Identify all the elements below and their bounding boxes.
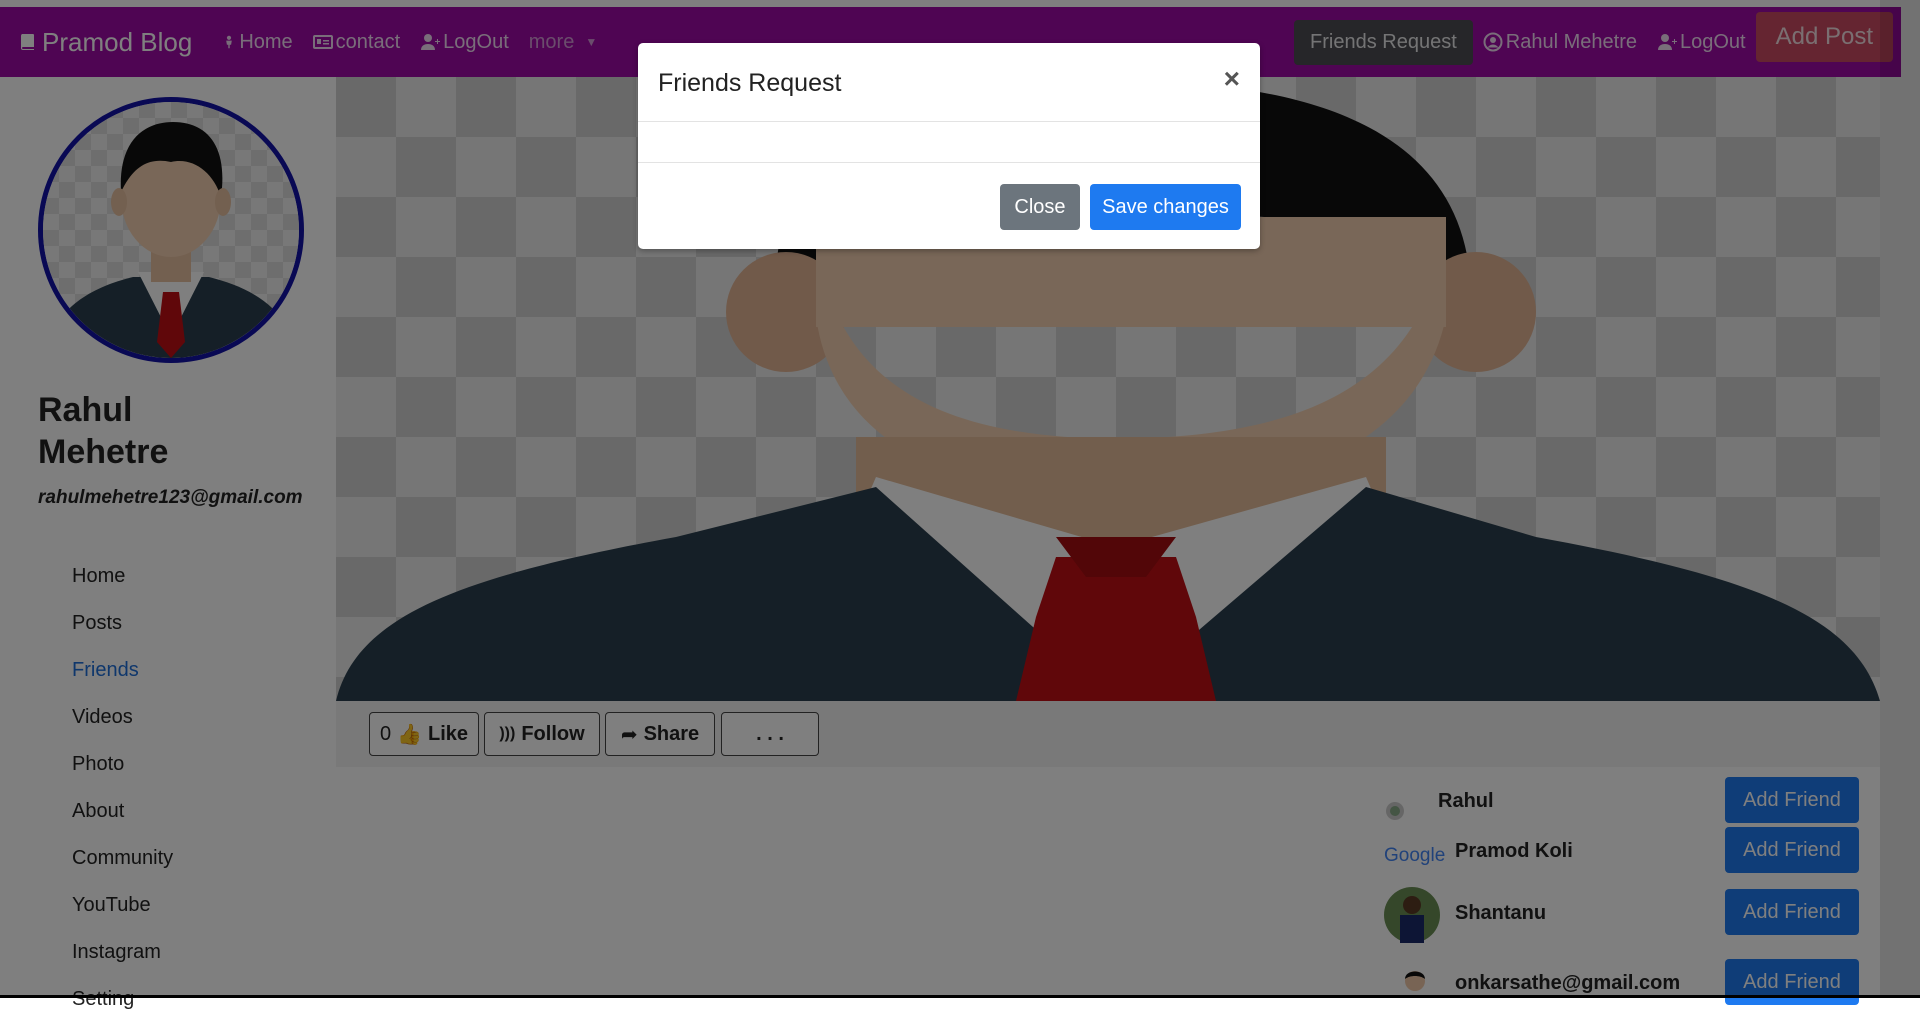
modal-header: Friends Request × — [638, 43, 1260, 122]
modal-body — [638, 122, 1260, 163]
close-icon[interactable]: × — [1224, 65, 1240, 93]
scrollbar-gutter — [1880, 0, 1920, 998]
save-changes-button[interactable]: Save changes — [1090, 184, 1241, 230]
modal-title: Friends Request — [658, 69, 842, 97]
close-button[interactable]: Close — [1000, 184, 1080, 230]
friends-request-modal: Friends Request × Close Save changes — [638, 43, 1260, 249]
